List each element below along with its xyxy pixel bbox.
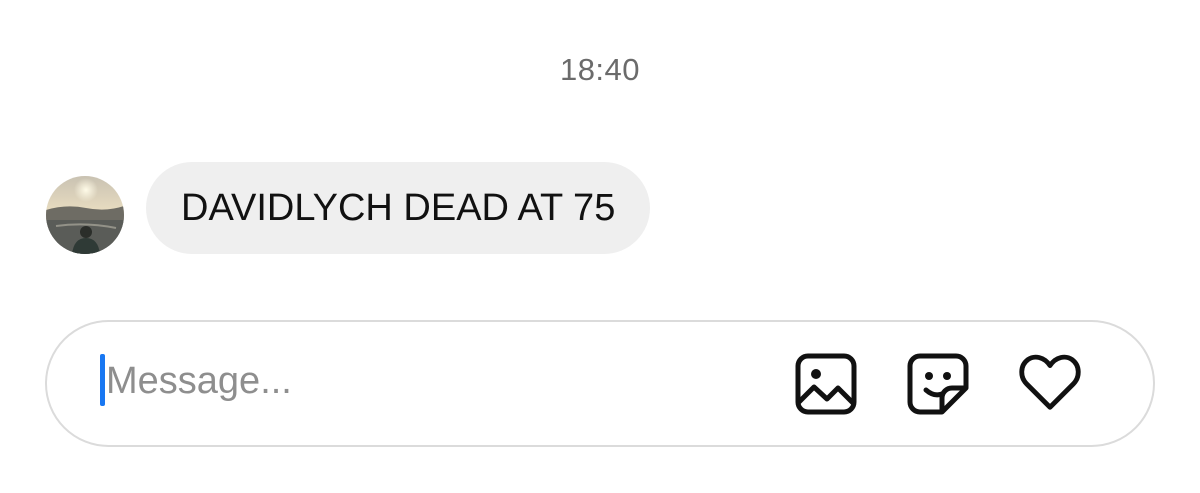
message-timestamp: 18:40 [559,52,641,87]
message-bubble[interactable]: DAVIDLYCH DEAD AT 75 [146,162,651,254]
sticker-icon [907,353,969,415]
like-button[interactable] [1018,352,1082,416]
heart-icon [1019,354,1081,410]
avatar-photo [46,176,124,254]
message-text: DAVIDLYCH DEAD AT 75 [181,186,616,229]
sender-avatar[interactable] [46,176,124,254]
image-icon [795,353,857,415]
message-input[interactable] [106,356,706,406]
image-button[interactable] [794,352,858,416]
sticker-button[interactable] [906,352,970,416]
text-cursor [100,354,105,406]
